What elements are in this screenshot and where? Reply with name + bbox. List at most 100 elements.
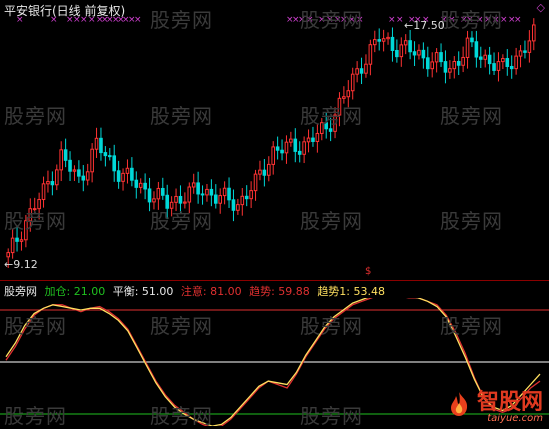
candle-body	[15, 237, 19, 242]
candle-body	[103, 152, 108, 157]
candle-body	[386, 36, 390, 40]
candle-body	[54, 169, 59, 186]
watermark: 股旁网	[440, 209, 503, 233]
candle-body	[147, 188, 152, 203]
site-logo: 智股网 taiyue.com	[448, 384, 543, 424]
candle-body	[390, 36, 395, 51]
candle-body	[258, 169, 262, 175]
candle-body	[505, 58, 510, 67]
candle-body	[496, 61, 501, 71]
candle-body	[306, 137, 311, 143]
candle-body	[41, 183, 46, 201]
candle-body	[368, 44, 373, 65]
candle-body	[112, 155, 117, 172]
watermark: 股旁网	[150, 404, 213, 428]
candle-body	[46, 181, 50, 185]
candle-body	[191, 182, 196, 188]
low-price-label: ←9.12	[4, 258, 38, 271]
candle-body	[196, 182, 200, 195]
candle-body	[275, 146, 280, 151]
candlestick-chart[interactable]: × × × × × × ×××××××× ××× × × × ×× × × × × ×× × × × ×× × × × × ××	[0, 0, 549, 280]
candle-body	[355, 68, 359, 75]
candle-body	[236, 204, 240, 211]
legend-cang: 加仓: 21.00	[44, 285, 106, 298]
diamond-icon[interactable]: ◇	[537, 1, 545, 14]
candle-body	[350, 73, 355, 92]
candle-body	[425, 57, 430, 70]
candle-body	[474, 41, 479, 58]
candle-body	[403, 40, 408, 46]
candle-body	[412, 51, 417, 56]
candle-body	[448, 68, 452, 73]
candle-body	[315, 132, 320, 142]
candle-body	[297, 150, 302, 155]
watermark: 股旁网	[440, 314, 503, 338]
candle-body	[443, 61, 448, 73]
candle-body	[492, 63, 496, 71]
indicator-legend: 股旁网 加仓: 21.00 平衡: 51.00 注意: 81.00 趋势: 59…	[4, 283, 389, 299]
candle-body	[121, 172, 125, 182]
candle-body	[364, 63, 368, 74]
watermark: 股旁网	[440, 8, 503, 32]
candle-body	[205, 188, 209, 196]
candle-body	[483, 54, 488, 60]
candle-body	[302, 141, 306, 155]
watermark: 股旁网	[300, 209, 363, 233]
candle-body	[470, 37, 474, 43]
candle-body	[262, 169, 267, 176]
high-price-label: ←17.50	[404, 19, 445, 32]
candle-body	[421, 49, 426, 59]
candle-body	[417, 49, 421, 56]
candle-body	[434, 52, 439, 63]
candle-body	[213, 194, 218, 204]
candle-body	[218, 195, 223, 204]
candle-body	[523, 50, 527, 53]
candle-body	[395, 49, 399, 58]
chart-title: 平安银行(日线 前复权)	[4, 4, 126, 18]
watermark: 股旁网	[150, 104, 213, 128]
candle-body	[134, 179, 139, 188]
signal-marker-icon: $	[365, 266, 372, 277]
candle-body	[222, 187, 227, 197]
watermark: 股旁网	[300, 104, 363, 128]
candle-body	[50, 181, 55, 186]
candle-body	[227, 187, 231, 201]
watermark: 股旁网	[4, 209, 67, 233]
candle-body	[342, 96, 346, 99]
candle-body	[107, 155, 112, 158]
candle-body	[377, 39, 382, 42]
watermark: 股旁网	[300, 404, 363, 428]
candle-body	[125, 167, 130, 174]
candle-body	[280, 149, 284, 154]
candle-body	[328, 128, 333, 132]
candle-body	[271, 146, 276, 165]
candle-body	[10, 237, 15, 254]
candle-body	[372, 39, 377, 46]
candle-body	[81, 175, 86, 181]
candle-body	[266, 163, 271, 176]
candle-body	[68, 159, 72, 172]
candle-body	[200, 193, 205, 196]
candle-body	[514, 55, 518, 70]
watermark: 股旁网	[300, 314, 363, 338]
candle-body	[6, 252, 11, 258]
candle-body	[63, 149, 68, 161]
candle-body	[311, 137, 315, 142]
watermark: 股旁网	[150, 209, 213, 233]
candle-body	[174, 195, 178, 203]
candle-body	[231, 199, 236, 211]
watermark: 股旁网	[4, 314, 67, 338]
candle-body	[461, 56, 465, 66]
candle-body	[509, 65, 514, 70]
candle-body	[19, 239, 24, 242]
candle-body	[249, 190, 253, 200]
candle-body	[209, 188, 214, 196]
candle-body	[94, 137, 99, 150]
candle-body	[293, 138, 298, 152]
candle-body	[240, 195, 245, 206]
watermark: 股旁网	[150, 314, 213, 338]
candle-body	[346, 90, 351, 98]
candle-body	[531, 24, 536, 42]
legend-pingheng: 平衡: 51.00	[112, 285, 174, 298]
candle-body	[487, 54, 492, 65]
